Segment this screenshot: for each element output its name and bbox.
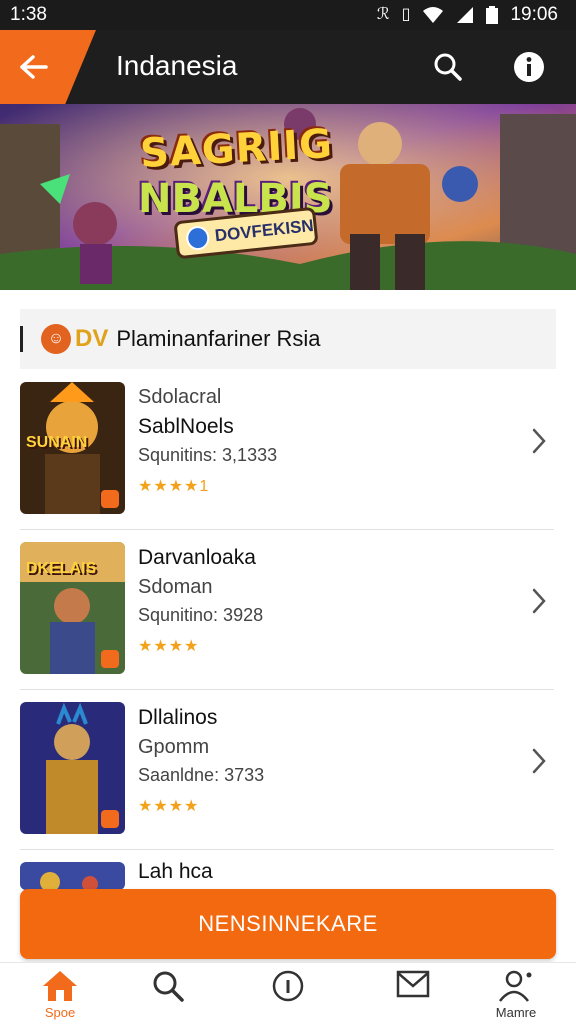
info-button[interactable] [509, 47, 549, 87]
game-category: Sdolacral [138, 386, 222, 408]
game-title: Dllalinos [138, 706, 218, 729]
search-icon [153, 971, 184, 1002]
section-header: ☺ DV Plaminanfariner Rsia [20, 309, 556, 369]
game-thumbnail-art [20, 862, 125, 890]
thumbnail-label: DKELAIS [26, 560, 97, 577]
status-time-right: 19:06 [510, 4, 558, 25]
pill-icon [185, 224, 211, 252]
battery-icon [486, 6, 499, 24]
game-thumbnail: SUNAIN [20, 382, 125, 514]
home-icon [43, 971, 77, 1001]
thumbnail-label: SUNAIN [26, 434, 88, 451]
thumbnail-badge [101, 810, 119, 828]
game-title: Lah hca [138, 860, 213, 883]
wifi-icon [423, 7, 444, 23]
promo-banner[interactable]: SAGRIIG NBALBJS DOVFEKISN [0, 104, 576, 290]
thumbnail-badge [101, 650, 119, 668]
game-row-text: Sdolacral SablNoels Squnitins: 3,1333 ★★… [138, 386, 277, 496]
bottom-nav: Spoe Mamre [0, 962, 576, 1024]
nav-search[interactable] [128, 969, 208, 1024]
game-category: Gpomm [138, 736, 210, 758]
chevron-right-icon[interactable] [528, 746, 550, 776]
primary-cta-button[interactable]: NENSINNEKARE [20, 889, 556, 959]
status-icons: ℛ ▯ 19:06 [377, 4, 558, 26]
nav-profile[interactable]: Mamre [476, 969, 556, 1024]
section-divider [20, 326, 23, 352]
game-row-text: Lah hca [138, 860, 213, 890]
logo-face-icon: ☺ [41, 324, 71, 354]
section-title: Plaminanfariner Rsia [116, 326, 321, 351]
game-row-text: Dllalinos Gpomm Saanldne: 3733 ★★★★ [138, 706, 264, 816]
game-row-text: Darvanloaka Sdoman Squnitino: 3928 ★★★★ [138, 546, 263, 656]
vibrate-icon: ▯ [401, 6, 411, 23]
game-thumbnail [20, 862, 125, 890]
game-category: Sdoman [138, 576, 213, 598]
game-row-3[interactable]: Dllalinos Gpomm Saanldne: 3733 ★★★★ [20, 690, 554, 850]
search-icon [434, 53, 462, 81]
status-bar: 1:38 ℛ ▯ 19:06 [0, 0, 576, 30]
nav-info[interactable] [248, 969, 328, 1024]
mail-icon [396, 970, 430, 998]
chevron-right-icon[interactable] [528, 426, 550, 456]
nav-home-label: Spoe [44, 1005, 76, 1020]
back-button[interactable] [14, 48, 54, 86]
game-row-2[interactable]: DKELAIS Darvanloaka Sdoman Squnitino: 39… [20, 530, 554, 690]
section-logo-text: DV [75, 325, 109, 352]
game-quantity: Squnitins: 3,1333 [138, 445, 278, 465]
nav-home[interactable]: Spoe [20, 969, 100, 1024]
game-quantity: Squnitino: 3928 [138, 605, 264, 625]
game-title: SablNoels [138, 415, 234, 438]
game-row-partial[interactable]: Lah hca [20, 850, 554, 890]
nav-mail[interactable] [373, 969, 453, 1024]
arrow-left-icon [20, 55, 48, 79]
nav-profile-label: Mamre [495, 1005, 537, 1020]
info-circle-icon [272, 970, 304, 1002]
signal-icon [457, 7, 474, 23]
app-bar: Indanesia [0, 30, 576, 104]
game-thumbnail: DKELAIS [20, 542, 125, 674]
thumbnail-badge [101, 490, 119, 508]
game-rating: ★★★★1 [138, 478, 210, 495]
game-rating: ★★★★ [138, 798, 200, 815]
search-button[interactable] [428, 47, 468, 87]
game-rating: ★★★★ [138, 638, 200, 655]
game-thumbnail [20, 702, 125, 834]
profile-icon [499, 970, 532, 1002]
chevron-right-icon[interactable] [528, 586, 550, 616]
page-title: Indanesia [116, 50, 238, 81]
pill-text: DOVFEKISN [213, 215, 315, 246]
game-quantity: Saanldne: 3733 [138, 765, 265, 785]
nfc-icon: ℛ [376, 6, 390, 23]
info-icon [514, 52, 544, 82]
status-time-left: 1:38 [10, 4, 47, 25]
game-title: Darvanloaka [138, 546, 256, 569]
game-row-1[interactable]: SUNAIN Sdolacral SablNoels Squnitins: 3,… [20, 370, 554, 530]
section-logo: ☺ DV [41, 324, 108, 354]
